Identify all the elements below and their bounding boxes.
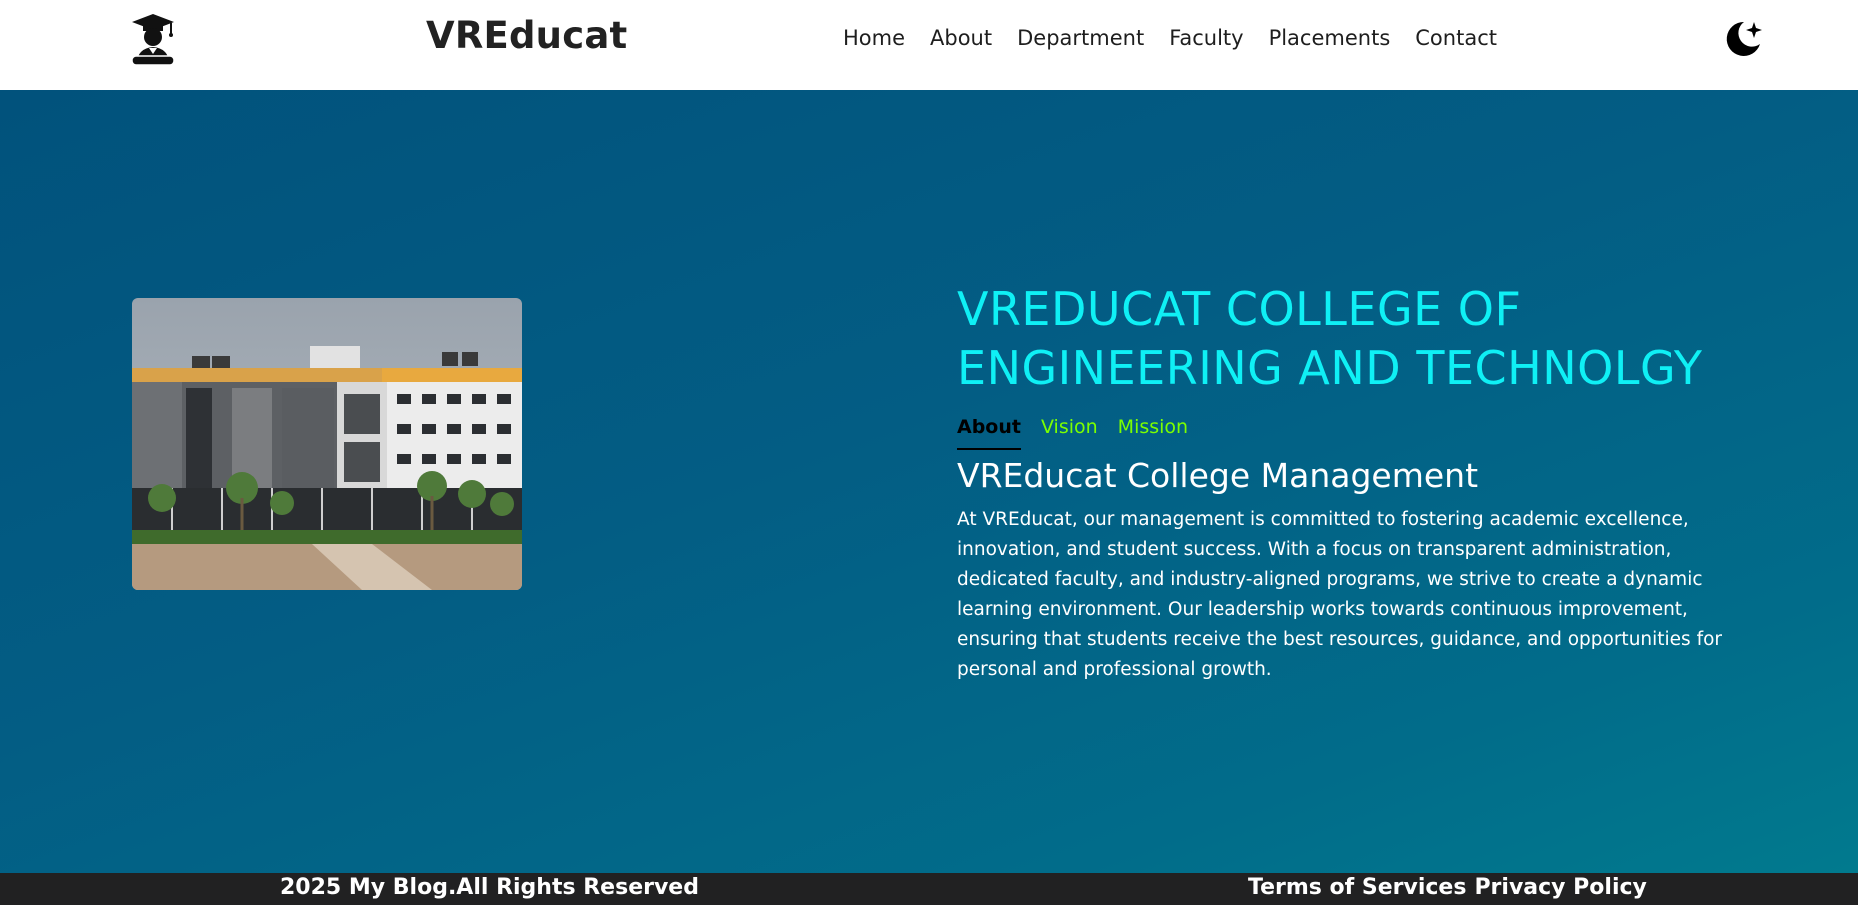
hero-content: VREDUCAT COLLEGE OF ENGINEERING AND TECH… xyxy=(957,280,1757,685)
nav-department[interactable]: Department xyxy=(1017,26,1144,50)
hero-section: VREDUCAT COLLEGE OF ENGINEERING AND TECH… xyxy=(0,90,1858,873)
nav-faculty[interactable]: Faculty xyxy=(1169,26,1243,50)
footer-links: Terms of Services Privacy Policy xyxy=(1248,875,1647,900)
graduate-icon[interactable] xyxy=(128,12,178,68)
navbar: VREducat Home About Department Faculty P… xyxy=(0,0,1858,90)
tab-mission[interactable]: Mission xyxy=(1118,416,1188,450)
nav-placements[interactable]: Placements xyxy=(1269,26,1391,50)
nav-contact[interactable]: Contact xyxy=(1415,26,1497,50)
section-heading: VREducat College Management xyxy=(957,456,1479,495)
info-tabs: About Vision Mission xyxy=(957,416,1757,450)
tab-vision[interactable]: Vision xyxy=(1041,416,1098,450)
nav-home[interactable]: Home xyxy=(843,26,905,50)
college-building-photo xyxy=(132,298,522,590)
tab-about[interactable]: About xyxy=(957,416,1021,450)
section-body: At VREducat, our management is committed… xyxy=(957,509,1723,680)
copyright-text: 2025 My Blog.All Rights Reserved xyxy=(280,875,699,900)
moon-star-icon[interactable] xyxy=(1722,18,1764,60)
main-nav: Home About Department Faculty Placements… xyxy=(843,26,1497,50)
nav-about[interactable]: About xyxy=(930,26,992,50)
footer: 2025 My Blog.All Rights Reserved Terms o… xyxy=(0,873,1858,905)
terms-link[interactable]: Terms of Services xyxy=(1248,875,1466,900)
privacy-link[interactable]: Privacy Policy xyxy=(1474,875,1646,900)
brand-name[interactable]: VREducat xyxy=(426,14,627,57)
college-title: VREDUCAT COLLEGE OF ENGINEERING AND TECH… xyxy=(957,282,1703,395)
